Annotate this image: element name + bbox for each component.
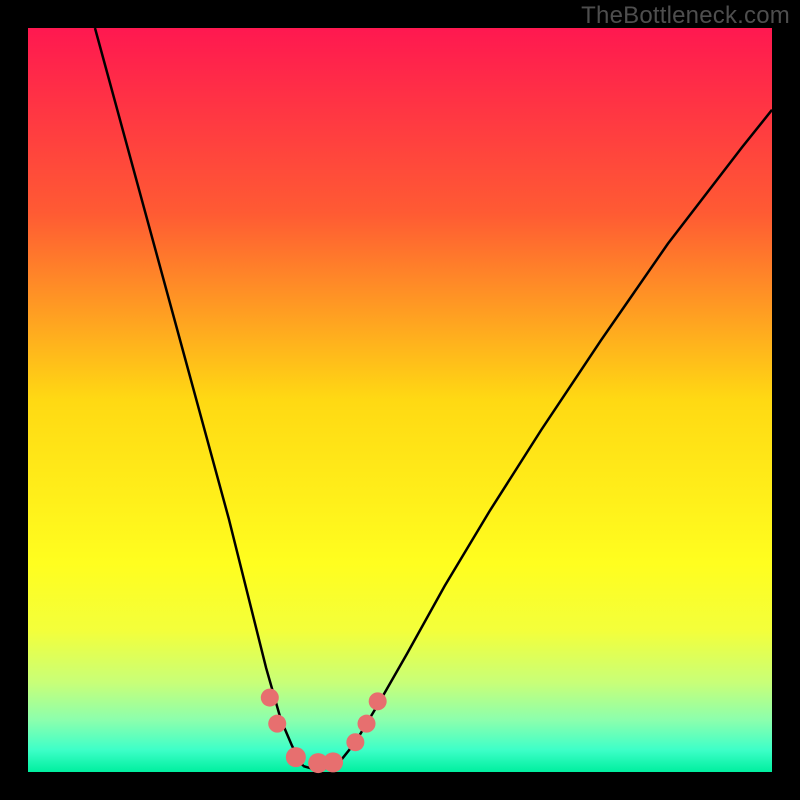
data-marker (369, 692, 387, 710)
data-marker (323, 752, 343, 772)
chart-container: TheBottleneck.com (0, 0, 800, 800)
data-marker (268, 715, 286, 733)
data-marker (261, 689, 279, 707)
data-marker (286, 747, 306, 767)
data-marker (358, 715, 376, 733)
plot-background (28, 28, 772, 772)
bottleneck-chart (0, 0, 800, 800)
watermark-text: TheBottleneck.com (581, 2, 790, 30)
data-marker (346, 733, 364, 751)
